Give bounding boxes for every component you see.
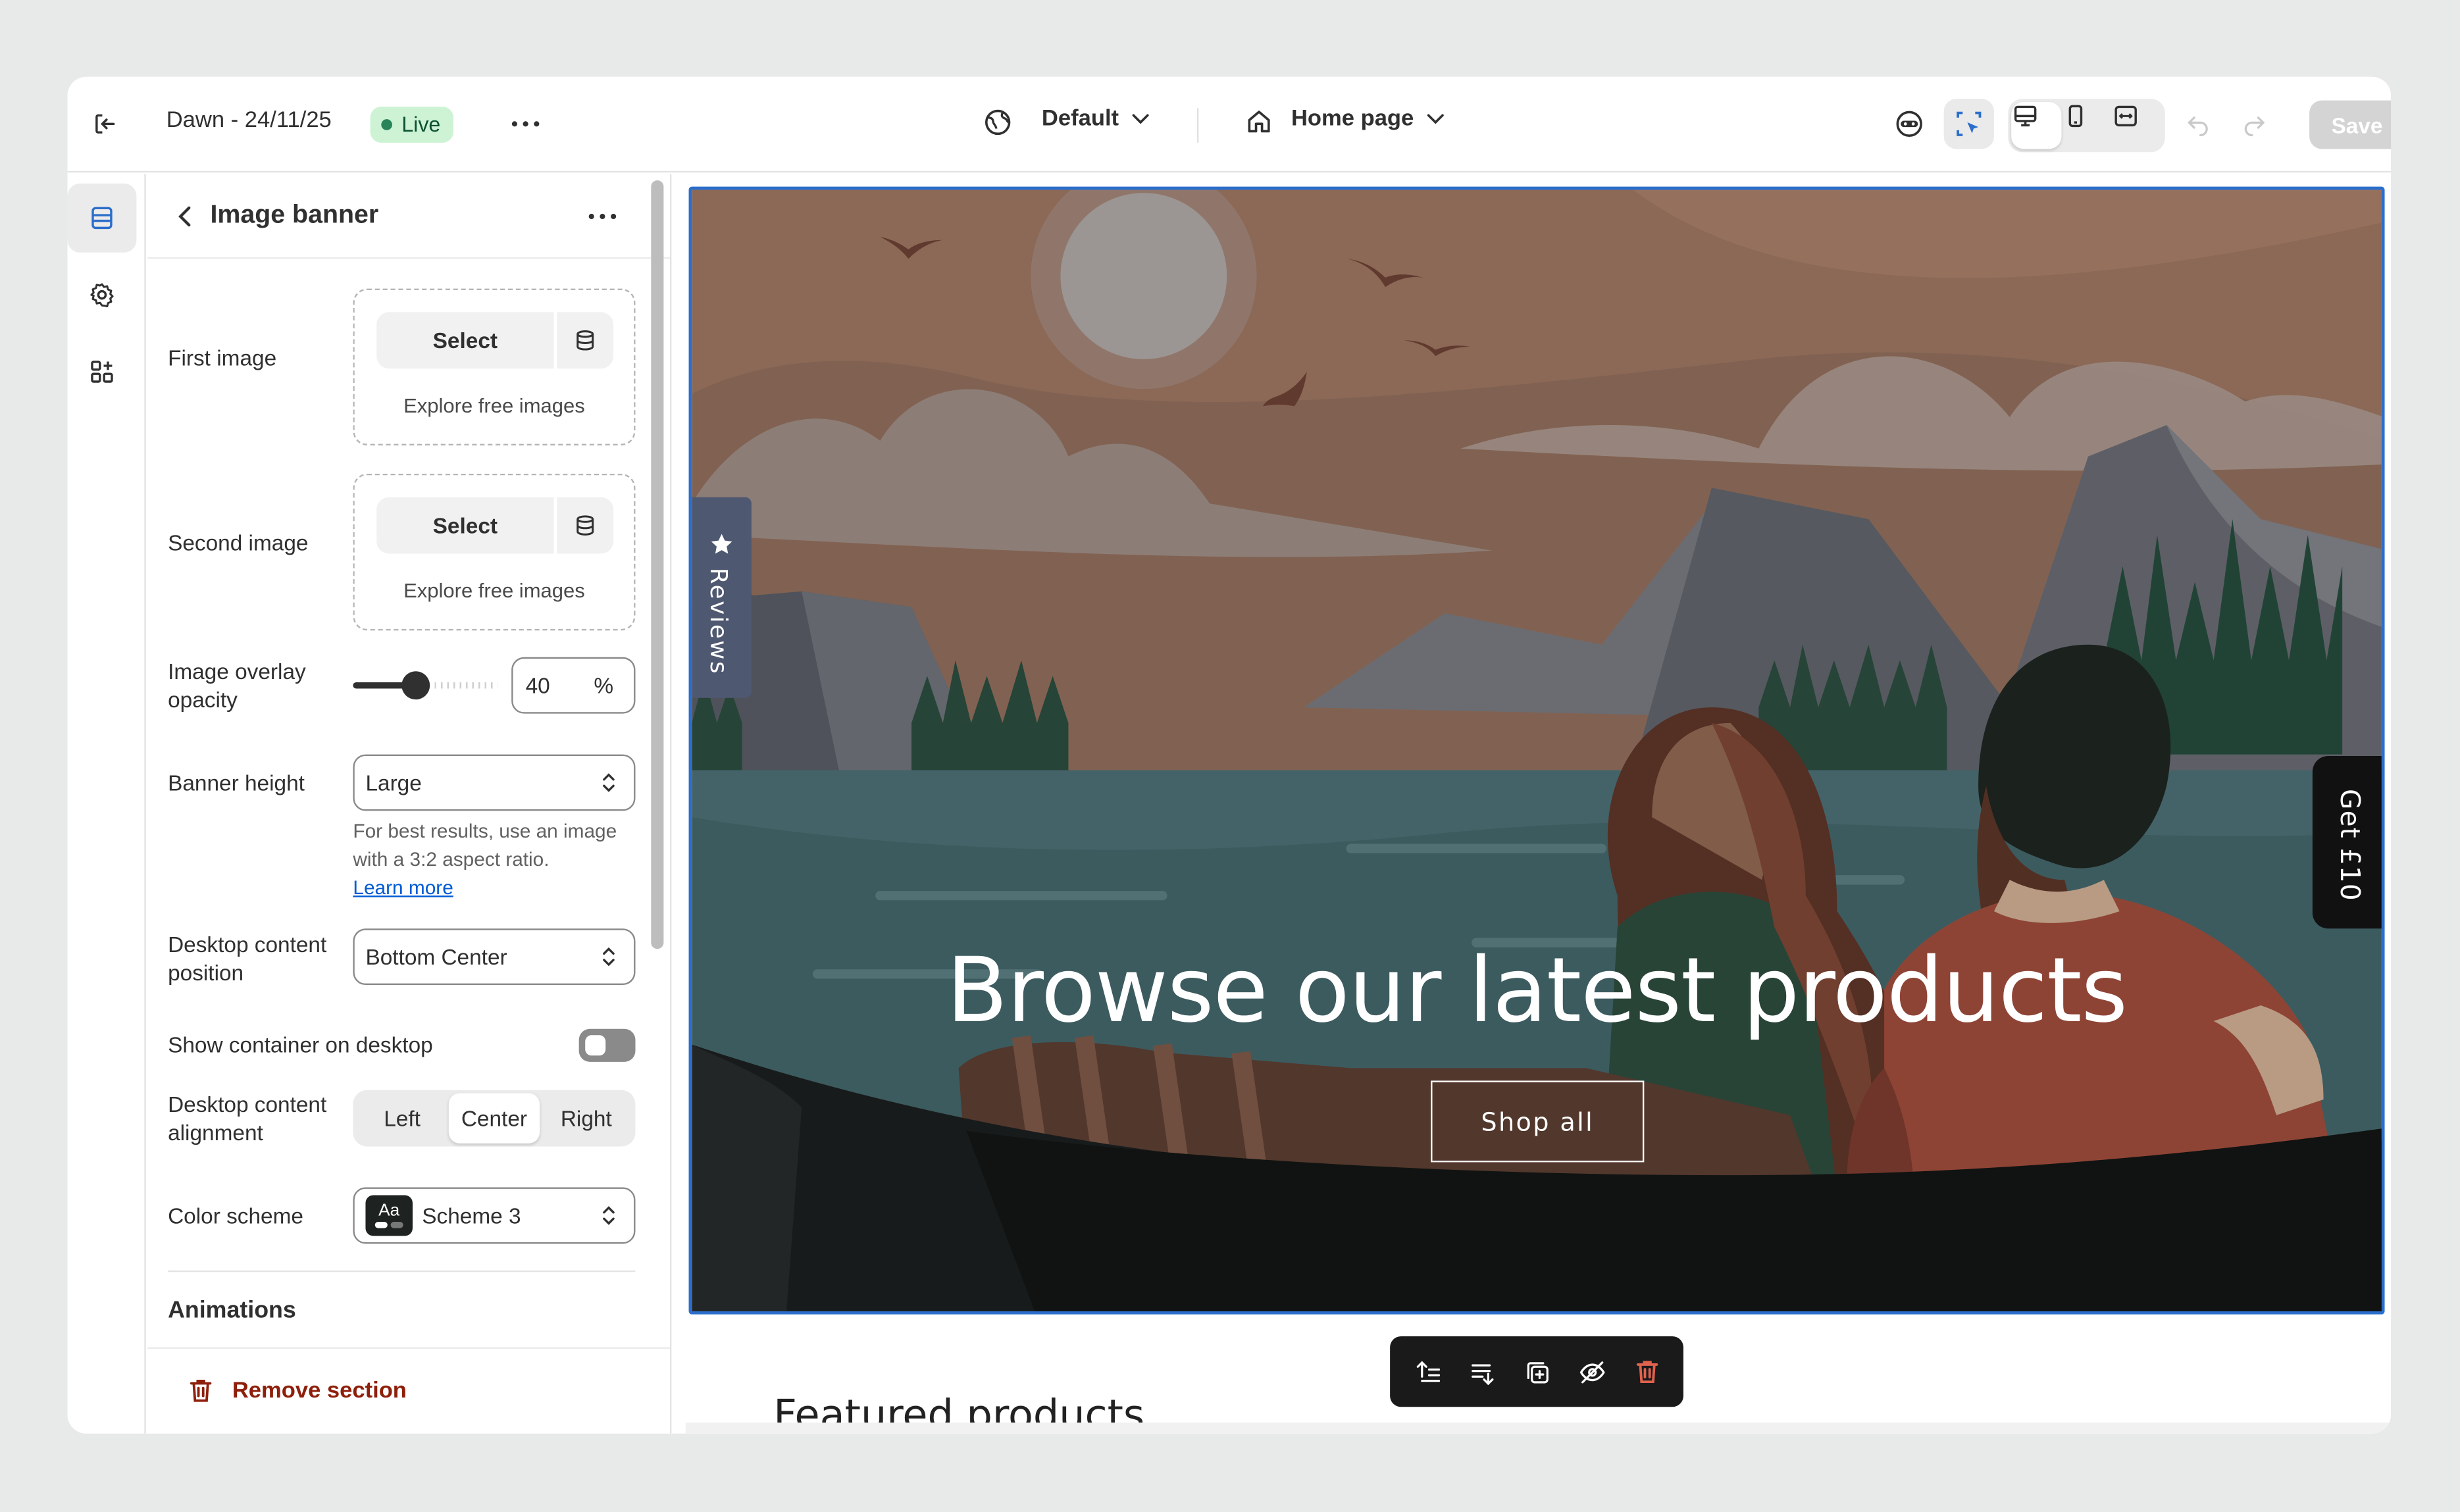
exit-icon[interactable] [83,102,127,146]
trash-icon [190,1380,212,1402]
hero-title: Browse our latest products [946,939,2128,1044]
select-arrows-icon [603,773,615,792]
first-image-label: First image [168,345,277,370]
chevron-down-icon [1132,114,1149,124]
reviews-tab[interactable]: Reviews [692,497,752,698]
theme-setting-label: Default [1041,107,1119,132]
color-scheme-label: Color scheme [168,1203,303,1228]
stack-library-icon[interactable] [557,312,614,369]
color-scheme-swatch: Aa [365,1195,413,1236]
promo-tab-label: Get £10 [2332,789,2365,901]
overlay-opacity-slider[interactable] [353,671,498,700]
divider [1196,108,1199,143]
overlay-opacity-input[interactable]: 40 % [511,657,636,714]
divider [168,1270,636,1273]
section-floating-toolbar [1390,1336,1683,1407]
alignment-segmented-control: Left Center Right [353,1090,636,1147]
redo-icon[interactable] [2232,102,2276,146]
panel-scrollbar[interactable] [651,180,664,949]
panel-header: Image banner [147,174,670,259]
overlay-opacity-label: Image overlay opacity [168,659,306,713]
animations-heading[interactable]: Animations [168,1297,296,1324]
first-image-picker: Select Explore free images [353,288,636,445]
section-settings-panel: Image banner First image Select Explore … [147,174,672,1434]
panel-title: Image banner [210,201,379,230]
promo-tab[interactable]: Get £10 [2312,755,2382,929]
theme-setting-selector[interactable]: Default [1042,107,1150,132]
move-down-icon[interactable] [1460,1349,1504,1394]
reviews-tab-label: Reviews [704,567,733,675]
image-banner-section[interactable]: Browse our latest products Shop all Revi… [688,186,2385,1315]
status-badge: Live [370,107,453,143]
banner-help-text: For best results, use an image with a 3:… [353,820,617,871]
move-up-icon[interactable] [1405,1349,1449,1394]
left-rail [67,174,146,1434]
desktop-position-value: Bottom Center [365,944,507,970]
page-selector[interactable]: Home page [1291,107,1445,132]
select-arrows-icon [603,1206,615,1225]
status-badge-label: Live [401,113,441,137]
theme-name: Dawn - 24/11/25 [166,108,332,134]
inspector-select-icon[interactable] [1943,99,1994,149]
show-container-toggle[interactable] [578,1028,636,1062]
alignment-left-button[interactable]: Left [356,1094,448,1144]
show-container-label: Show container on desktop [168,1032,433,1057]
globe-icon[interactable] [982,107,1013,138]
featured-products-heading: Featured products [773,1392,1145,1424]
viewport-toggle-group [2008,99,2165,153]
alignment-right-button[interactable]: Right [540,1094,632,1144]
live-dot-icon [381,119,392,130]
desktop-position-select[interactable]: Bottom Center [353,928,636,986]
ai-agent-icon[interactable] [1884,99,1934,149]
panel-footer: Remove section [147,1347,670,1434]
remove-section-label: Remove section [232,1378,407,1403]
first-image-explore-link[interactable]: Explore free images [355,393,634,417]
percent-unit: % [594,672,614,698]
fullscreen-view-icon[interactable] [2112,102,2162,149]
duplicate-icon[interactable] [1515,1349,1559,1394]
second-image-picker: Select Explore free images [353,473,636,631]
color-scheme-select[interactable]: Aa Scheme 3 [353,1187,636,1244]
settings-gear-icon[interactable] [68,261,137,330]
banner-height-select[interactable]: Large [353,754,636,811]
second-image-label: Second image [168,530,309,555]
hide-eye-icon[interactable] [1570,1349,1614,1394]
first-image-select-button[interactable]: Select [376,312,554,369]
theme-editor-window: Dawn - 24/11/25 Live Default Home page S… [67,76,2392,1434]
shop-all-button[interactable]: Shop all [1431,1080,1645,1163]
overlay-opacity-value: 40 [525,672,550,698]
mobile-view-icon[interactable] [2061,102,2111,149]
home-icon [1244,107,1273,136]
star-icon [711,534,732,554]
page-selector-label: Home page [1291,107,1414,132]
desktop-position-label: Desktop content position [168,931,327,986]
select-arrows-icon [603,947,615,967]
preview-bottom-edge [685,1423,2392,1434]
desktop-view-icon[interactable] [2011,101,2062,149]
save-button[interactable]: Save [2309,100,2392,149]
top-bar: Dawn - 24/11/25 Live Default Home page S… [67,76,2392,173]
banner-height-value: Large [365,770,422,795]
chevron-down-icon [1427,114,1445,124]
alignment-label: Desktop content alignment [168,1092,327,1146]
undo-icon[interactable] [2176,102,2220,146]
theme-actions-more-icon[interactable] [503,102,548,146]
apps-icon[interactable] [68,338,137,407]
more-horizontal-icon[interactable] [580,195,625,239]
alignment-center-button[interactable]: Center [448,1093,540,1144]
slider-thumb[interactable] [401,671,430,700]
banner-height-help: For best results, use an image with a 3:… [353,817,638,902]
back-chevron-icon[interactable] [163,195,207,239]
color-scheme-value: Scheme 3 [422,1203,521,1228]
sections-icon[interactable] [67,183,137,253]
second-image-select-button[interactable]: Select [376,497,554,554]
learn-more-link[interactable]: Learn more [353,877,453,899]
stack-library-icon[interactable] [557,497,614,554]
second-image-explore-link[interactable]: Explore free images [355,579,634,603]
remove-section-button[interactable]: Remove section [188,1377,407,1404]
banner-height-label: Banner height [168,770,305,795]
storefront-preview: Browse our latest products Shop all Revi… [685,185,2392,1424]
trash-icon[interactable] [1625,1349,1669,1394]
